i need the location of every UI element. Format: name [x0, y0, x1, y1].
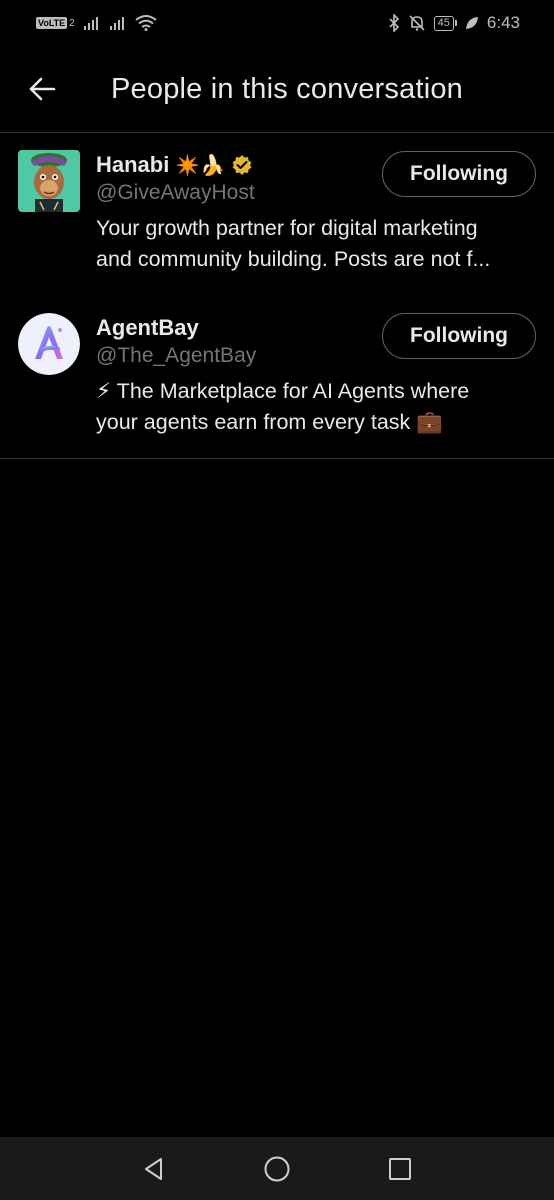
clock: 6:43 [486, 13, 520, 32]
avatar-hanabi[interactable] [18, 150, 80, 212]
triangle-back-icon [144, 1157, 162, 1180]
list-item-hanabi[interactable]: Hanabi ✴️🍌 @GiveAwayHost Your growth par… [0, 134, 554, 296]
bio-line: your agents earn from every task 💼 [96, 410, 444, 434]
bio: Your growth partner for digital marketin… [96, 213, 536, 275]
avatar-agentbay[interactable] [18, 313, 80, 375]
system-nav-bar [0, 1137, 554, 1200]
signal-icon [83, 17, 98, 30]
back-button[interactable] [0, 46, 88, 133]
wifi-icon [135, 15, 157, 31]
arrow-left-icon [29, 77, 56, 101]
display-name: Hanabi [96, 152, 170, 177]
bio: ⚡ The Marketplace for AI Agents where yo… [96, 376, 536, 438]
verified-badge-icon [232, 155, 252, 175]
bio-line: and community building. Posts are not f.… [96, 247, 491, 271]
battery-level: 45 [433, 15, 454, 31]
status-right: 45 6:43 [388, 13, 520, 33]
volte-label: VoLTE [36, 17, 68, 29]
people-list: Hanabi ✴️🍌 @GiveAwayHost Your growth par… [0, 134, 554, 459]
bluetooth-icon [389, 14, 399, 32]
circle-home-icon [264, 1156, 290, 1181]
signal-icon-2 [109, 17, 124, 30]
page-title: People in this conversation [111, 72, 463, 105]
battery-icon: 45 [433, 15, 457, 31]
nav-back-button[interactable] [134, 1149, 174, 1189]
square-recents-icon [389, 1157, 412, 1180]
header: People in this conversation [0, 46, 554, 133]
sim-slot-label: 2 [69, 17, 75, 29]
following-button[interactable]: Following [382, 151, 536, 197]
leaf-icon [465, 17, 478, 29]
status-left: VoLTE 2 [36, 15, 157, 31]
name-emojis: ✴️🍌 [175, 154, 226, 177]
mute-bell-icon [409, 15, 425, 31]
display-name: AgentBay [96, 315, 199, 340]
ape-avatar-image [18, 150, 80, 212]
nav-recents-button[interactable] [380, 1149, 420, 1189]
volte-icon: VoLTE 2 [36, 17, 75, 29]
agentbay-logo-image [18, 313, 80, 375]
nav-home-button[interactable] [257, 1149, 297, 1189]
bio-line: ⚡ The Marketplace for AI Agents where [96, 379, 470, 403]
following-button[interactable]: Following [382, 313, 536, 359]
status-bar: VoLTE 2 45 6:43 [0, 0, 554, 46]
bio-line: Your growth partner for digital marketin… [96, 216, 478, 240]
